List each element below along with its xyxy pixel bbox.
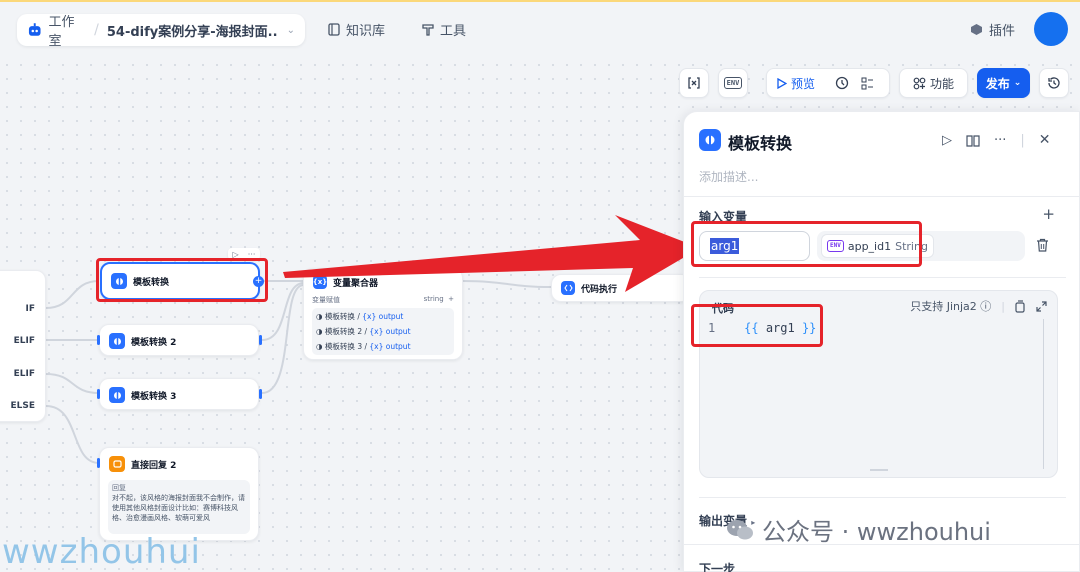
- tools-divider: |: [1001, 299, 1005, 313]
- next-step-title: 下一步: [699, 562, 736, 572]
- divider: [699, 497, 1066, 498]
- expand-icon[interactable]: [1036, 300, 1047, 312]
- play-icon[interactable]: ▷: [942, 133, 952, 148]
- scrollbar[interactable]: [1043, 319, 1049, 469]
- watermark-right-text: 公众号 · wwzhouhui: [762, 518, 991, 546]
- divider: [684, 196, 1080, 197]
- watermark-left: wwzhouhui: [2, 532, 201, 572]
- jinja-support-label: 只支持 Jinja2 ⓘ: [910, 300, 992, 313]
- highlight-code-line: [691, 304, 823, 347]
- code-tools: 只支持 Jinja2 ⓘ |: [910, 298, 1047, 314]
- panel-title[interactable]: 模板转换: [728, 130, 792, 154]
- watermark-right: 公众号 · wwzhouhui: [726, 512, 991, 547]
- resize-handle[interactable]: [870, 469, 888, 471]
- close-icon[interactable]: ✕: [1039, 132, 1051, 148]
- panel-actions: ▷ ··· | ✕: [942, 132, 1051, 148]
- divider: [699, 277, 1066, 278]
- highlight-input-variable: [691, 221, 922, 267]
- add-variable-icon[interactable]: +: [1042, 205, 1055, 223]
- actions-divider: |: [1020, 132, 1025, 148]
- template-icon: [699, 129, 721, 151]
- wechat-icon: [727, 519, 753, 539]
- copy-icon[interactable]: [1015, 299, 1026, 313]
- trash-icon[interactable]: [1036, 238, 1049, 252]
- help-icon[interactable]: ⓘ: [980, 300, 991, 313]
- book-open-icon[interactable]: [966, 134, 980, 147]
- more-icon[interactable]: ···: [994, 133, 1006, 148]
- highlight-template-node: [96, 258, 268, 302]
- description-input[interactable]: 添加描述...: [699, 168, 758, 185]
